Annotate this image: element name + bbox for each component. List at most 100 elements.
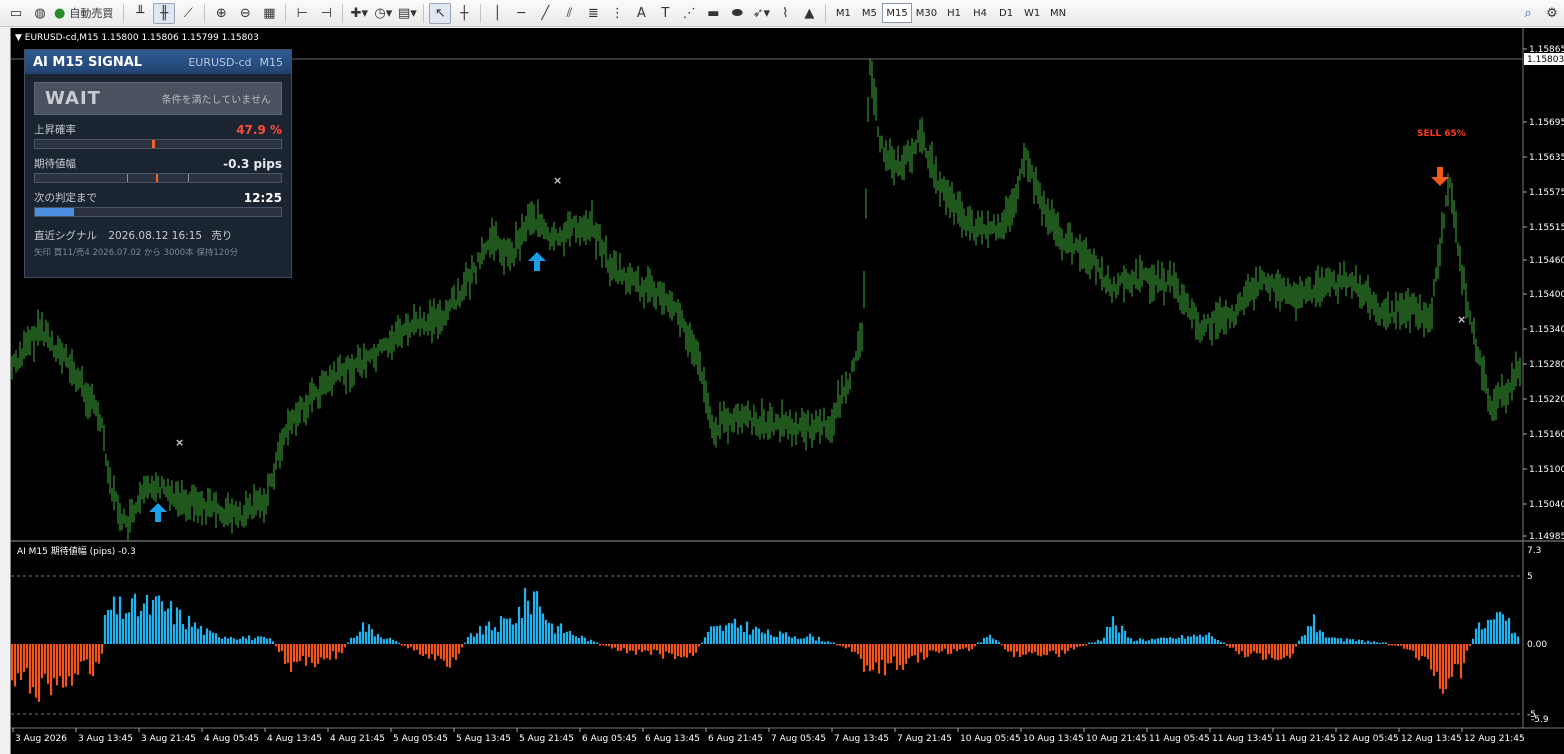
chart-shift-icon[interactable]: ⊢: [291, 3, 313, 24]
zoom-out-icon[interactable]: ⊖: [234, 3, 256, 24]
sell-arrow-marker: [1431, 167, 1449, 186]
time-tick-label: 5 Aug 21:45: [519, 734, 574, 744]
zoom-in-icon[interactable]: ⊕: [210, 3, 232, 24]
next-judgement-row: 次の判定まで 12:25: [34, 190, 282, 205]
expected-range-value: -0.3 pips: [223, 156, 282, 171]
fractals-icon[interactable]: ⌇: [774, 3, 796, 24]
periods-icon[interactable]: ◷▾: [372, 3, 394, 24]
toolbar-divider: [825, 3, 827, 23]
time-tick-label: 7 Aug 05:45: [771, 734, 826, 744]
time-tick-label: 5 Aug 05:45: [393, 734, 448, 744]
market-watch-icon[interactable]: ◍: [29, 3, 51, 24]
timeframe-group: M1 M5 M15 M30 H1 H4 D1 W1 MN: [830, 3, 1071, 23]
timeframe-m15[interactable]: M15: [882, 3, 912, 23]
status-word: WAIT: [45, 88, 101, 109]
toolbar: ▭ ◍ ● 自動売買 ╨ ╫ ⟋ ⊕ ⊖ ▦ ⊢ ⊣ ✚▾ ◷▾ ▤▾ ↖ ┼ …: [0, 0, 1564, 27]
trendline-icon[interactable]: ╱: [534, 3, 556, 24]
next-judgement-value: 12:25: [243, 190, 282, 205]
timeframe-w1[interactable]: W1: [1019, 3, 1045, 23]
time-tick-label: 11 Aug 13:45: [1212, 734, 1273, 744]
text-label-icon[interactable]: T: [654, 3, 676, 24]
price-tick-label: 1.15635: [1529, 153, 1564, 163]
time-tick-label: 12 Aug 21:45: [1464, 734, 1525, 744]
line-chart-icon[interactable]: ⟋: [177, 3, 199, 24]
price-tick-label: 1.15340: [1529, 325, 1564, 335]
ai-signal-panel: AI M15 SIGNAL EURUSD-cd M15 WAIT 条件を満たして…: [24, 49, 292, 278]
next-judgement-progress: [35, 208, 75, 216]
auto-scroll-icon[interactable]: ⊣: [315, 3, 337, 24]
auto-trade-button[interactable]: ● 自動売買: [53, 3, 118, 24]
sell-signal-label: SELL 65%: [1417, 129, 1466, 139]
auto-trade-icon: ●: [54, 5, 66, 21]
bar-chart-icon[interactable]: ╨: [129, 3, 151, 24]
panel-symbol: EURUSD-cd: [188, 55, 252, 69]
indicators-icon[interactable]: ✚▾: [348, 3, 370, 24]
templates-icon[interactable]: ▤▾: [396, 3, 418, 24]
text-icon[interactable]: A: [630, 3, 652, 24]
new-chart-icon[interactable]: ▭: [5, 3, 27, 24]
panel-timeframe: M15: [259, 55, 284, 69]
time-tick-label: 11 Aug 05:45: [1149, 734, 1210, 744]
timeframe-h4[interactable]: H4: [967, 3, 993, 23]
expected-range-row: 期待値幅 -0.3 pips: [34, 156, 282, 171]
time-tick-label: 10 Aug 05:45: [960, 734, 1021, 744]
panel-title: AI M15 SIGNAL: [33, 54, 143, 70]
fibonacci-icon[interactable]: ≣: [582, 3, 604, 24]
crosshair-icon[interactable]: ┼: [453, 3, 475, 24]
triangle-icon[interactable]: ▲: [798, 3, 820, 24]
recent-signal-time: 2026.08.12 16:15: [108, 230, 203, 242]
timeframe-d1[interactable]: D1: [993, 3, 1019, 23]
expected-range-bar: [34, 173, 282, 183]
price-tick-label: 1.15220: [1529, 395, 1564, 405]
time-tick-label: 4 Aug 13:45: [267, 734, 322, 744]
expected-range-tick: [188, 174, 189, 182]
time-tick-label: 4 Aug 05:45: [204, 734, 259, 744]
time-tick-label: 3 Aug 13:45: [78, 734, 133, 744]
ellipse-icon[interactable]: ⬬: [726, 3, 748, 24]
time-tick-label: 11 Aug 21:45: [1275, 734, 1336, 744]
indicator-scale-level: 0.00: [1527, 640, 1547, 650]
timeframe-mn[interactable]: MN: [1045, 3, 1071, 23]
vertical-line-icon[interactable]: │: [486, 3, 508, 24]
horizontal-line-icon[interactable]: ─: [510, 3, 532, 24]
candlestick-chart-icon[interactable]: ╫: [153, 2, 176, 24]
time-tick-label: 5 Aug 13:45: [456, 734, 511, 744]
cursor-icon[interactable]: ↖: [429, 2, 452, 24]
up-probability-bar: [34, 139, 282, 149]
arrows-icon[interactable]: ➶▾: [750, 3, 772, 24]
indicator-negative-bars: [11, 644, 1472, 702]
status-message: 条件を満たしていません: [161, 95, 271, 106]
expected-range-label: 期待値幅: [34, 158, 76, 170]
price-tick-label: 1.15160: [1529, 430, 1564, 440]
time-tick-label: 6 Aug 21:45: [708, 734, 763, 744]
timeframe-m5[interactable]: M5: [856, 3, 882, 23]
toolbar-divider: [285, 3, 287, 23]
buy-arrow-marker: [149, 503, 167, 522]
time-tick-label: 3 Aug 21:45: [141, 734, 196, 744]
timeframe-m30[interactable]: M30: [912, 3, 941, 23]
price-tick-label: 1.15575: [1529, 188, 1564, 198]
indicator-scale-level: 5: [1527, 572, 1533, 582]
timeframe-h1[interactable]: H1: [941, 3, 967, 23]
current-price-label: 1.15803: [1527, 55, 1564, 65]
search-icon[interactable]: ⌕: [1517, 3, 1539, 24]
indicator-header: AI M15 期待値幅 (pips) -0.3: [17, 545, 136, 557]
price-tick-label: 1.15400: [1529, 290, 1564, 300]
indicator-scale-min: -5.9: [1531, 715, 1549, 725]
indicator-scale-max: 7.3: [1527, 546, 1541, 556]
fibo-fan-icon[interactable]: ⋮: [606, 3, 628, 24]
gann-icon[interactable]: ⋰: [678, 3, 700, 24]
recent-signal-label: 直近シグナル: [34, 230, 97, 242]
price-tick-label: 1.15460: [1529, 256, 1564, 266]
time-tick-label: 6 Aug 05:45: [582, 734, 637, 744]
price-tick-label: 1.15515: [1529, 223, 1564, 233]
tile-windows-icon[interactable]: ▦: [258, 3, 280, 24]
toolbar-divider: [480, 3, 482, 23]
up-probability-label: 上昇確率: [34, 124, 76, 136]
equidistant-channel-icon[interactable]: ⫽: [558, 3, 580, 24]
toolbar-divider: [204, 3, 206, 23]
settings-icon[interactable]: ⚙: [1541, 3, 1563, 24]
rectangle-icon[interactable]: ▬: [702, 3, 724, 24]
timeframe-m1[interactable]: M1: [830, 3, 856, 23]
time-tick-label: 12 Aug 13:45: [1401, 734, 1462, 744]
